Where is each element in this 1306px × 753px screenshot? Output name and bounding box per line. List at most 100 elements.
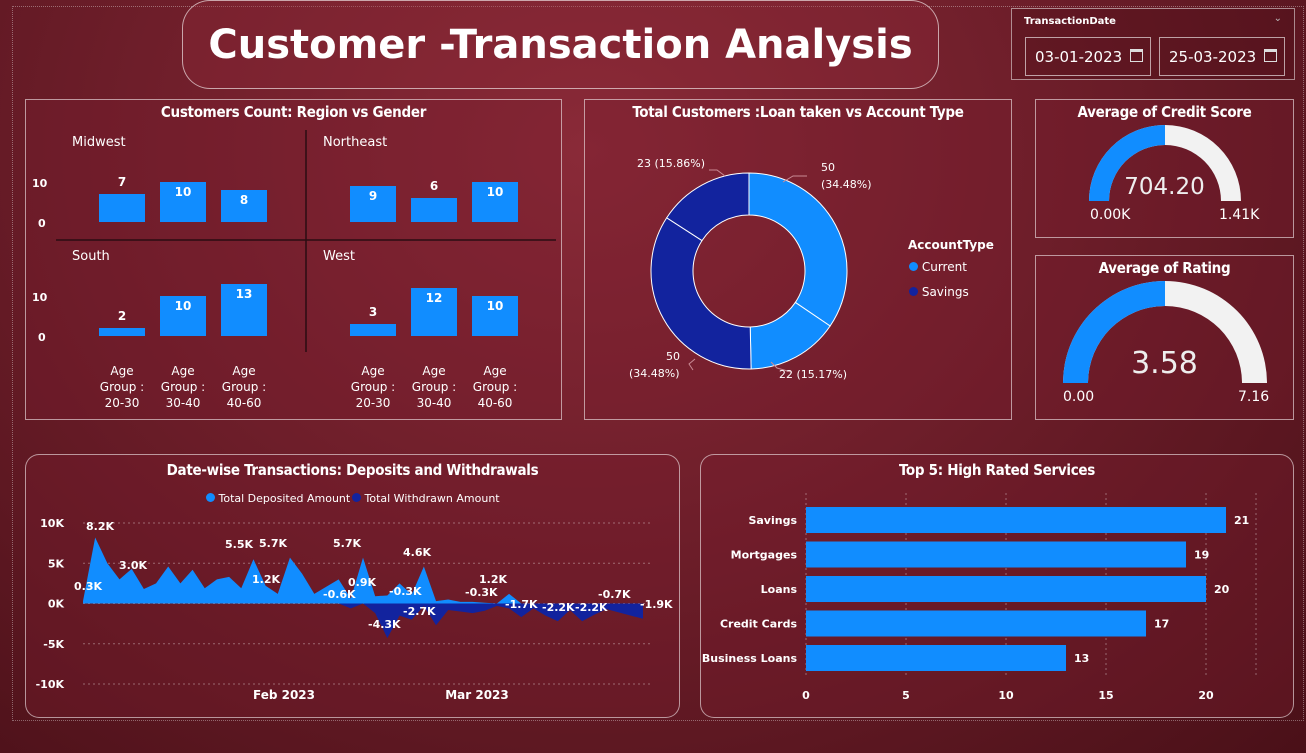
end-date-value: 25-03-2023 <box>1169 47 1257 66</box>
facet-title: Midwest <box>72 135 126 150</box>
x-tick-label: Group : <box>222 380 266 394</box>
data-label: 2 <box>118 309 126 323</box>
region-bar-chart[interactable]: Midwest 10 0 7 10 8 Northeast 9 6 10 South 10 0 2 10 13… <box>26 100 563 421</box>
segment-label: 50 <box>821 161 835 174</box>
bar[interactable] <box>806 576 1206 602</box>
x-tick-label: 0 <box>802 689 810 702</box>
gauge-min: 0.00 <box>1063 389 1095 405</box>
x-tick-label: Group : <box>412 380 456 394</box>
legend-current[interactable]: Current <box>909 260 967 274</box>
region-gender-panel[interactable]: Customers Count: Region vs Gender Midwes… <box>25 99 562 420</box>
legend-dot <box>909 262 918 271</box>
x-tick-label: Age <box>232 364 255 378</box>
x-tick-label: Age <box>361 364 384 378</box>
transactions-area-chart[interactable]: 10K 5K 0K -5K -10K Feb 2023 Mar 2023 0.3K 8.2K 3.… <box>26 455 681 719</box>
segment-label: (34.48%) <box>629 367 680 380</box>
data-label: 13 <box>236 287 253 301</box>
x-tick-label: Age <box>171 364 194 378</box>
y-tick-label: 0 <box>38 217 46 230</box>
data-label: 5.7K <box>333 537 361 550</box>
segment-label: 23 (15.86%) <box>637 157 706 170</box>
data-label: 5.5K <box>225 538 253 551</box>
x-tick-label: 15 <box>1098 689 1113 702</box>
y-tick-label: 10K <box>40 517 64 530</box>
x-tick-label: 20-30 <box>356 396 391 410</box>
x-tick-label: 10 <box>998 689 1014 702</box>
x-tick-label: Feb 2023 <box>253 688 315 702</box>
calendar-icon[interactable] <box>1130 49 1143 62</box>
chevron-down-icon[interactable]: ⌄ <box>1274 13 1282 24</box>
data-label: 1.2K <box>479 573 507 586</box>
slicer-label: TransactionDate <box>1024 16 1116 27</box>
data-label: 6 <box>430 179 438 193</box>
start-date-input[interactable]: 03-01-2023 <box>1025 37 1151 76</box>
transactions-panel[interactable]: Date-wise Transactions: Deposits and Wit… <box>25 454 680 718</box>
data-label: -0.7K <box>598 588 631 601</box>
legend-label: Current <box>921 260 967 274</box>
credit-score-panel[interactable]: Average of Credit Score 704.20 0.00K 1.4… <box>1035 99 1294 238</box>
x-tick-label: 30-40 <box>417 396 452 410</box>
data-label: 7 <box>118 175 126 189</box>
x-tick-label: Age <box>483 364 506 378</box>
loan-account-panel[interactable]: Total Customers :Loan taken vs Account T… <box>584 99 1012 420</box>
data-label: 19 <box>1194 549 1209 562</box>
x-tick-label: Age <box>422 364 445 378</box>
y-tick-label: -5K <box>43 638 64 651</box>
data-label: 17 <box>1154 618 1169 631</box>
x-tick-label: Mar 2023 <box>445 688 509 702</box>
data-label: -0.3K <box>389 585 422 598</box>
data-label: 10 <box>175 185 192 199</box>
bar[interactable] <box>806 541 1186 568</box>
segment-label: 50 <box>666 350 680 363</box>
data-label: 10 <box>175 299 192 313</box>
y-tick-label: 10 <box>32 291 48 304</box>
data-label: -0.3K <box>465 586 498 599</box>
end-date-input[interactable]: 25-03-2023 <box>1159 37 1285 76</box>
data-label: -4.3K <box>368 618 401 631</box>
leader-line <box>688 358 696 371</box>
y-tick-label: Savings <box>748 514 797 527</box>
data-label: -1.7K <box>505 598 538 611</box>
y-tick-label: Loans <box>761 583 798 596</box>
data-label: -2.2K <box>575 601 608 614</box>
bar[interactable] <box>99 194 145 222</box>
bar[interactable] <box>411 198 457 222</box>
data-label: 8 <box>240 193 248 207</box>
bar[interactable] <box>806 610 1146 637</box>
x-tick-label: Group : <box>351 380 395 394</box>
data-label: 13 <box>1074 652 1089 665</box>
y-tick-label: Mortgages <box>731 549 798 562</box>
data-label: 12 <box>426 291 443 305</box>
y-tick-label: 0 <box>38 331 46 344</box>
legend-savings[interactable]: Savings <box>909 285 969 299</box>
area-series[interactable] <box>83 537 643 604</box>
facet-title: South <box>72 249 110 264</box>
calendar-icon[interactable] <box>1264 49 1277 62</box>
legend-title: AccountType <box>908 238 994 252</box>
data-label: 1.2K <box>252 573 280 586</box>
bar[interactable] <box>806 507 1226 533</box>
legend-label: Savings <box>921 285 969 299</box>
services-panel[interactable]: Top 5: High Rated Services 0 5 10 15 20 Savin… <box>700 454 1294 718</box>
data-label: -2.2K <box>542 601 575 614</box>
bar[interactable] <box>350 324 396 336</box>
data-label: 9 <box>369 189 377 203</box>
page-title: Customer -Transaction Analysis <box>208 21 913 68</box>
bar[interactable] <box>99 328 145 336</box>
x-tick-label: 40-60 <box>478 396 513 410</box>
date-slicer[interactable]: TransactionDate ⌄ 03-01-2023 25-03-2023 <box>1011 8 1295 80</box>
x-tick-label: 5 <box>902 689 910 702</box>
legend-dot <box>909 287 918 296</box>
data-label: 3.0K <box>119 559 147 572</box>
gauge-value: 704.20 <box>1124 174 1205 200</box>
x-tick-label: Group : <box>100 380 144 394</box>
data-label: -2.7K <box>403 605 436 618</box>
data-label: 10 <box>487 185 504 199</box>
x-tick-label: Group : <box>473 380 517 394</box>
data-label: -1.9K <box>640 598 673 611</box>
leader-line <box>709 169 726 177</box>
services-bar-chart[interactable]: 0 5 10 15 20 Savings 21 Mortgages 19 Loans 20 Credi… <box>701 455 1295 719</box>
donut-slice[interactable] <box>748 172 848 327</box>
bar[interactable] <box>806 645 1066 671</box>
rating-panel[interactable]: Average of Rating 3.58 0.00 7.16 <box>1035 255 1294 420</box>
